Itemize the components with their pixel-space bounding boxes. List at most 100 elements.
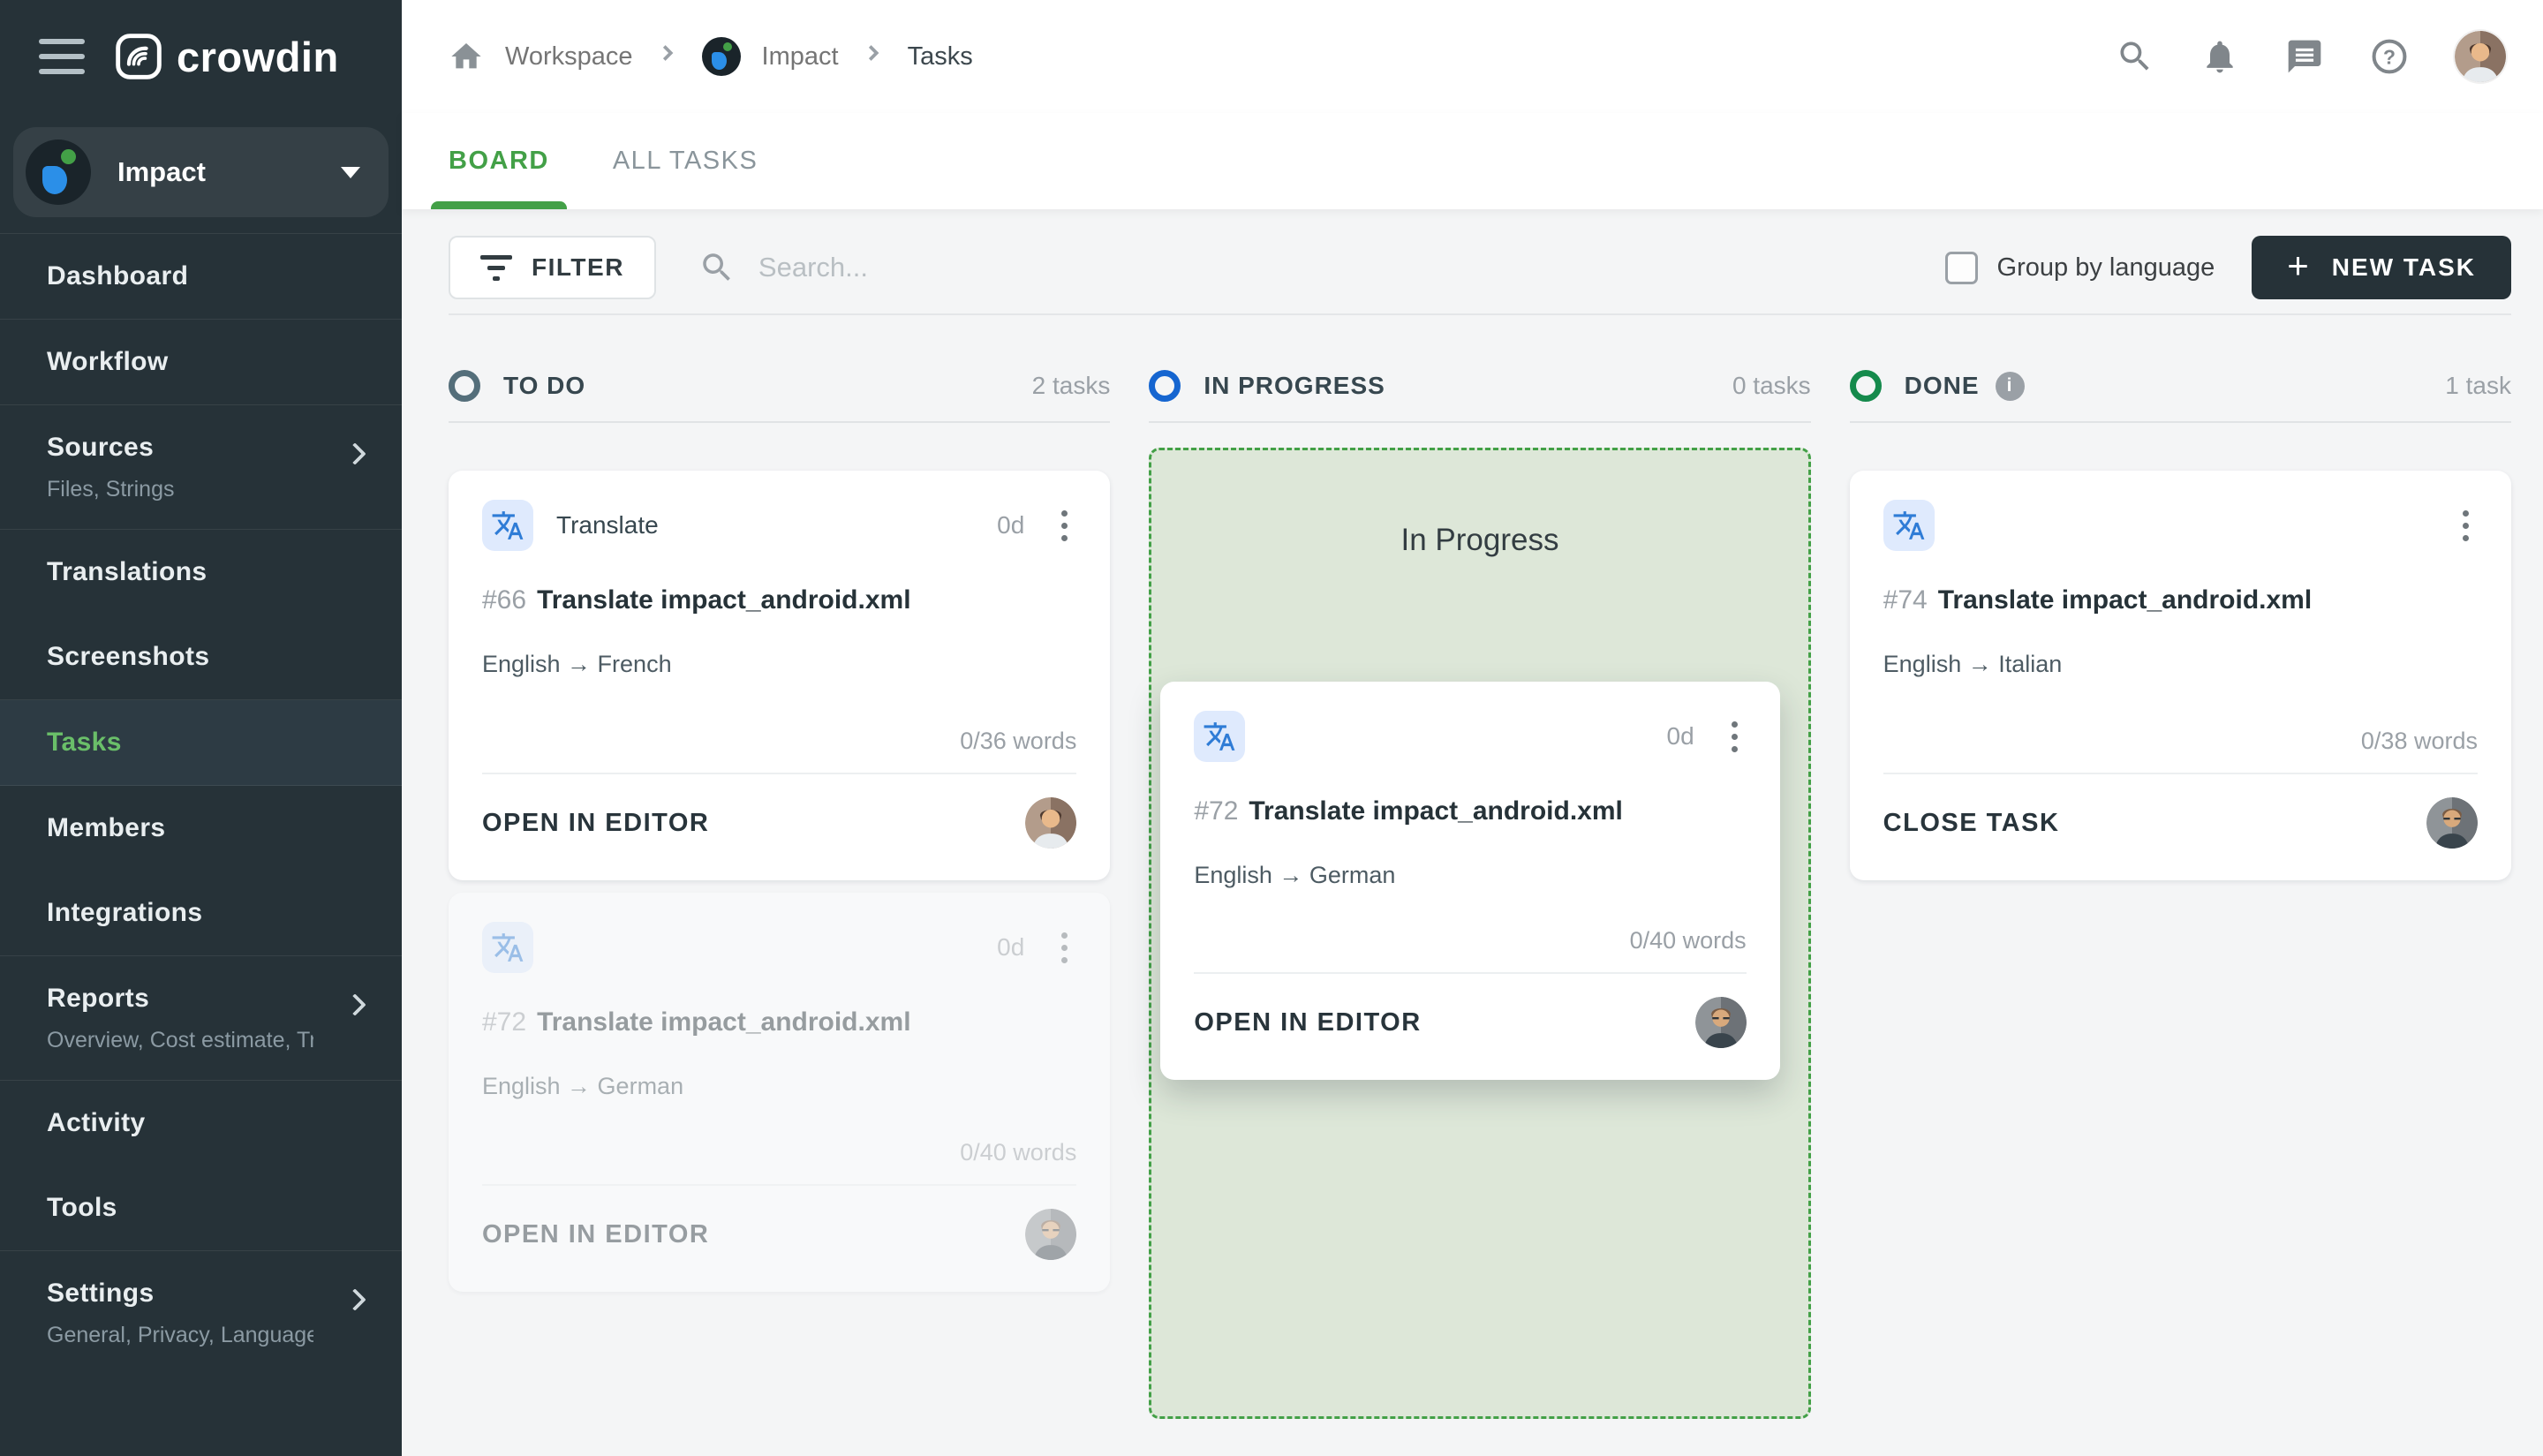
task-word-progress: 0/36 words: [960, 728, 1077, 754]
column-done: DONE i 1 task #74 Translate impact_andro…: [1849, 361, 2511, 1419]
task-card-72-dragging[interactable]: 0d #72 Translate impact_android.xml Engli…: [1160, 682, 1780, 1080]
task-title: #66 Translate impact_android.xml: [482, 585, 911, 615]
board-toolbar: FILTER Group by language + NEW TASK: [449, 236, 2511, 299]
breadcrumb: Workspace Impact Tasks: [449, 37, 2116, 76]
project-selector[interactable]: Impact: [13, 127, 389, 217]
column-done-count: 1 task: [2445, 372, 2511, 399]
filter-button[interactable]: FILTER: [449, 236, 656, 299]
task-type-label: Translate: [556, 511, 659, 539]
kebab-menu-icon[interactable]: [2454, 503, 2478, 548]
project-avatar: [26, 140, 91, 205]
topbar: Workspace Impact Tasks ?: [402, 0, 2543, 113]
assignee-avatar[interactable]: [1025, 797, 1077, 849]
kanban-board: TO DO 2 tasks Translate 0d #66 Translate…: [449, 315, 2511, 1419]
chevron-right-icon: [343, 1288, 366, 1311]
tab-all-tasks[interactable]: ALL TASKS: [595, 113, 776, 209]
assignee-avatar[interactable]: [2426, 797, 2478, 849]
crowdin-logo[interactable]: crowdin: [115, 33, 339, 81]
close-task-button[interactable]: CLOSE TASK: [1883, 809, 2060, 838]
sidebar: crowdin Impact Dashboard Workflow Source…: [0, 0, 402, 1456]
hamburger-menu-icon[interactable]: [35, 32, 88, 81]
in-progress-dropzone[interactable]: In Progress 0d #72 Translate impact_andro…: [1149, 448, 1811, 1419]
chevron-down-icon: [341, 166, 360, 178]
dropzone-label: In Progress: [1400, 523, 1559, 557]
kebab-menu-icon[interactable]: [1053, 503, 1076, 548]
sidebar-item-translations[interactable]: Translations: [0, 530, 402, 615]
card-divider: [1883, 773, 2478, 774]
plus-icon: +: [2287, 244, 2311, 286]
search-icon[interactable]: [2116, 37, 2154, 76]
help-icon[interactable]: ?: [2370, 37, 2409, 76]
task-language-pair: English → French: [482, 651, 672, 677]
home-icon[interactable]: [449, 39, 484, 74]
sidebar-item-tools[interactable]: Tools: [0, 1166, 402, 1251]
column-todo: TO DO 2 tasks Translate 0d #66 Translate…: [449, 361, 1111, 1419]
sidebar-item-settings[interactable]: Settings General, Privacy, Languages, Q…: [0, 1251, 402, 1375]
done-status-icon: [1849, 370, 1882, 402]
task-language-pair: English → Italian: [1883, 651, 2063, 677]
breadcrumb-workspace[interactable]: Workspace: [505, 42, 633, 72]
notifications-bell-icon[interactable]: [2200, 37, 2239, 76]
open-in-editor-button[interactable]: OPEN IN EDITOR: [1194, 1008, 1421, 1037]
search-input[interactable]: [758, 252, 1377, 283]
sidebar-item-reports-subtitle: Overview, Cost estimate, Transl…: [47, 1028, 313, 1052]
column-todo-header: TO DO 2 tasks: [449, 361, 1110, 411]
kebab-menu-icon[interactable]: [1053, 925, 1076, 970]
card-divider: [482, 1184, 1077, 1186]
sidebar-item-integrations[interactable]: Integrations: [0, 871, 402, 956]
card-divider: [482, 773, 1077, 774]
tab-board[interactable]: BOARD: [431, 113, 567, 209]
sidebar-item-sources-subtitle: Files, Strings: [47, 477, 175, 502]
user-avatar[interactable]: [2455, 31, 2506, 82]
sidebar-item-dashboard[interactable]: Dashboard: [0, 233, 402, 320]
column-todo-count: 2 tasks: [1031, 372, 1111, 399]
open-in-editor-button[interactable]: OPEN IN EDITOR: [482, 809, 709, 838]
info-icon[interactable]: i: [1995, 371, 2025, 401]
chevron-right-icon: [343, 993, 366, 1016]
group-by-language-control[interactable]: Group by language: [1944, 251, 2215, 284]
translate-task-icon: [1883, 500, 1935, 551]
sidebar-item-tasks[interactable]: Tasks: [0, 700, 402, 786]
column-done-header: DONE i 1 task: [1849, 361, 2511, 411]
new-task-button[interactable]: + NEW TASK: [2252, 236, 2511, 299]
topbar-icons: ?: [2116, 31, 2506, 82]
svg-text:?: ?: [2383, 45, 2396, 68]
group-by-language-checkbox[interactable]: [1944, 251, 1978, 284]
task-title: #72 Translate impact_android.xml: [482, 1007, 911, 1037]
crowdin-logo-text: crowdin: [177, 33, 339, 80]
sidebar-item-workflow[interactable]: Workflow: [0, 320, 402, 405]
assignee-avatar[interactable]: [1025, 1209, 1077, 1260]
task-duration: 0d: [997, 511, 1025, 539]
task-title: #74 Translate impact_android.xml: [1883, 585, 2313, 615]
sidebar-item-members[interactable]: Members: [0, 786, 402, 871]
column-in-progress-title: IN PROGRESS: [1204, 372, 1385, 399]
task-language-pair: English → German: [482, 1073, 684, 1099]
task-card-72-ghost[interactable]: 0d #72 Translate impact_android.xml Engli…: [449, 893, 1111, 1292]
sidebar-item-reports[interactable]: Reports Overview, Cost estimate, Transl…: [0, 956, 402, 1081]
filter-icon: [480, 254, 512, 281]
task-language-pair: English → German: [1194, 862, 1396, 888]
sidebar-header: crowdin: [0, 0, 402, 113]
task-card-74[interactable]: #74 Translate impact_android.xml English …: [1849, 471, 2511, 880]
sidebar-item-screenshots[interactable]: Screenshots: [0, 615, 402, 700]
breadcrumb-project[interactable]: Impact: [762, 42, 839, 72]
breadcrumb-current-page: Tasks: [907, 41, 973, 71]
crowdin-app: crowdin Impact Dashboard Workflow Source…: [0, 0, 2543, 1456]
task-duration: 0d: [1666, 722, 1694, 750]
assignee-avatar[interactable]: [1694, 997, 1747, 1048]
column-divider: [1149, 421, 1811, 423]
tabs: BOARD ALL TASKS: [402, 113, 2543, 209]
sidebar-nav: Dashboard Workflow Sources Files, String…: [0, 233, 402, 1456]
column-done-cards: #74 Translate impact_android.xml English …: [1849, 423, 2511, 880]
translate-task-icon: [482, 500, 533, 551]
messages-icon[interactable]: [2285, 37, 2324, 76]
translate-task-icon: [482, 922, 533, 973]
task-word-progress: 0/38 words: [2360, 728, 2478, 754]
column-in-progress-count: 0 tasks: [1732, 372, 1811, 399]
sidebar-item-sources[interactable]: Sources Files, Strings: [0, 405, 402, 530]
sidebar-item-activity[interactable]: Activity: [0, 1081, 402, 1166]
task-word-progress: 0/40 words: [960, 1139, 1077, 1166]
kebab-menu-icon[interactable]: [1723, 714, 1747, 759]
task-card-66[interactable]: Translate 0d #66 Translate impact_android…: [449, 471, 1111, 880]
open-in-editor-button[interactable]: OPEN IN EDITOR: [482, 1220, 709, 1249]
